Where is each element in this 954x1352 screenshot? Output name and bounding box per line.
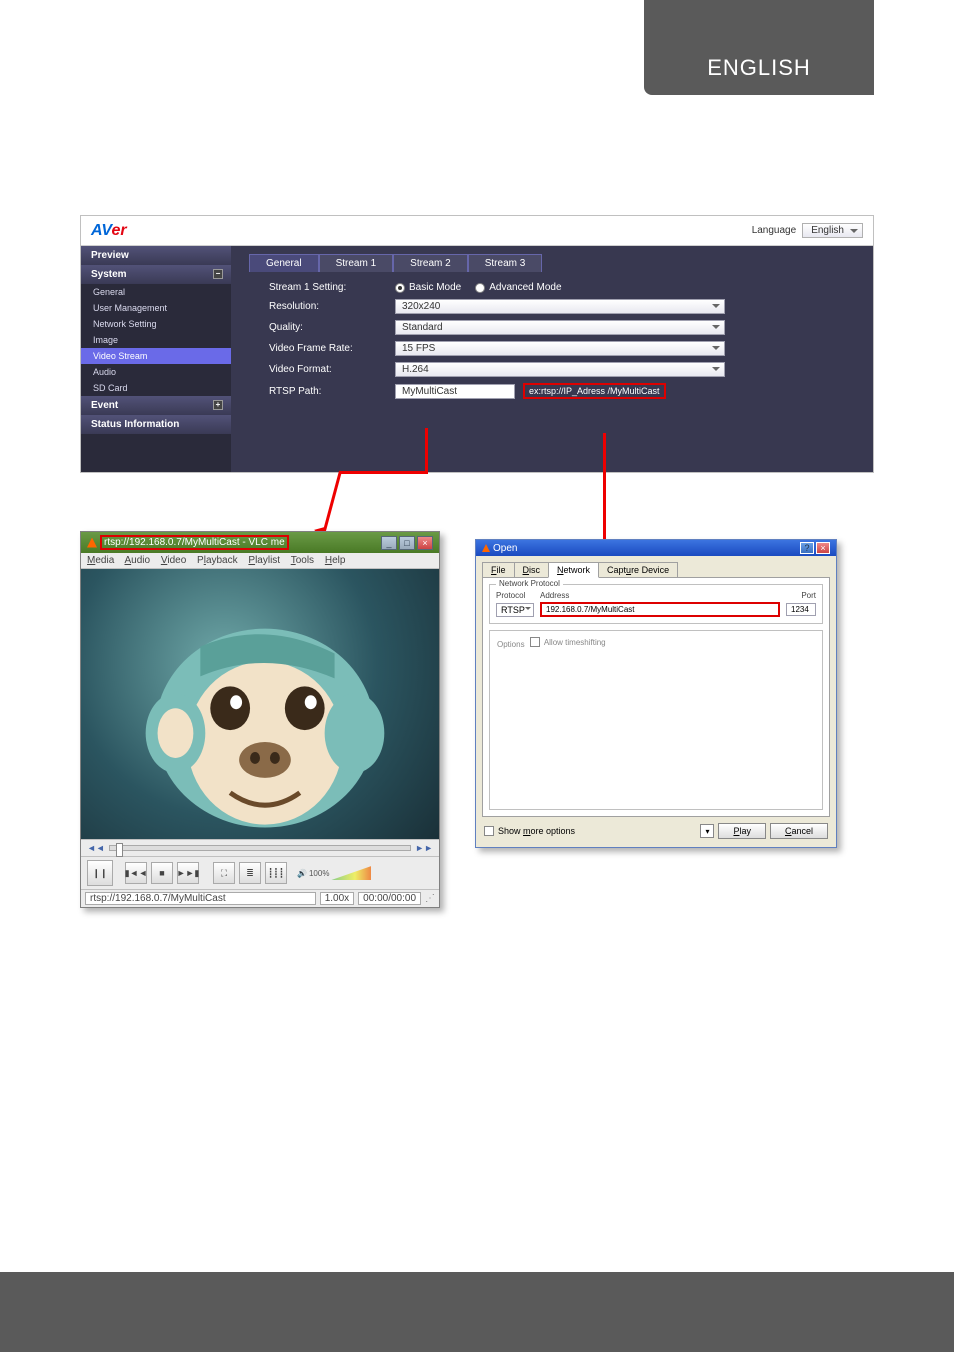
help-icon[interactable]: ?	[800, 542, 814, 554]
label-stream-setting: Stream 1 Setting:	[269, 282, 387, 293]
pause-button[interactable]: ❙❙	[87, 860, 113, 886]
manual-figure: AVer Language English Preview System− Ge…	[80, 215, 874, 473]
maximize-icon[interactable]: □	[399, 536, 415, 550]
speaker-icon[interactable]: 🔊	[297, 869, 307, 878]
address-input[interactable]: 192.168.0.7/MyMultiCast	[540, 602, 780, 617]
label-address: Address	[540, 591, 776, 600]
port-input[interactable]: 1234	[786, 603, 816, 616]
status-time: 00:00/00:00	[358, 892, 421, 905]
dlg-tab-capture[interactable]: Capture Device	[598, 562, 678, 578]
stop-button[interactable]: ■	[151, 862, 173, 884]
plus-icon[interactable]: +	[213, 400, 223, 410]
sidebar-status[interactable]: Status Information	[81, 415, 231, 434]
vlc-menu-help[interactable]: Help	[325, 555, 346, 566]
sidebar-item-audio[interactable]: Audio	[81, 364, 231, 380]
open-dialog: Open ? × File Disc Network Capture Devic…	[475, 539, 837, 848]
label-protocol: Protocol	[496, 591, 534, 600]
close-icon[interactable]: ×	[417, 536, 433, 550]
sidebar-item-video-stream[interactable]: Video Stream	[81, 348, 231, 364]
tab-general[interactable]: General	[249, 254, 319, 272]
sidebar-item-network-setting[interactable]: Network Setting	[81, 316, 231, 332]
minus-icon[interactable]: −	[213, 269, 223, 279]
status-url: rtsp://192.168.0.7/MyMultiCast	[85, 892, 316, 905]
cancel-button[interactable]: Cancel	[770, 823, 828, 839]
quality-select[interactable]: Standard	[395, 320, 725, 335]
vlc-cone-icon	[87, 538, 97, 548]
minimize-icon[interactable]: _	[381, 536, 397, 550]
resize-grip-icon[interactable]: ⋰	[425, 893, 435, 904]
dlg-tab-network[interactable]: Network	[548, 562, 599, 578]
page-footer	[0, 1272, 954, 1352]
volume-slider[interactable]	[331, 866, 371, 880]
vlc-cone-icon	[482, 544, 490, 552]
format-select[interactable]: H.264	[395, 362, 725, 377]
vlc-window: rtsp://192.168.0.7/MyMultiCast - VLC me …	[80, 531, 440, 908]
label-fps: Video Frame Rate:	[269, 343, 387, 354]
seek-forward-icon[interactable]: ►►	[415, 843, 433, 853]
sidebar-preview[interactable]: Preview	[81, 246, 231, 265]
open-dialog-title: Open	[493, 543, 517, 554]
equalizer-button[interactable]: ┋┋┋	[265, 862, 287, 884]
tab-stream2[interactable]: Stream 2	[393, 254, 468, 272]
vlc-menubar: Media Audio Video Playback Playlist Tool…	[81, 553, 439, 569]
show-more-options-checkbox[interactable]: Show more options	[484, 826, 575, 836]
sidebar: Preview System− General User Management …	[81, 246, 231, 472]
fullscreen-button[interactable]: ⛶	[213, 862, 235, 884]
language-label: Language	[752, 225, 797, 236]
prev-button[interactable]: ▮◄◄	[125, 862, 147, 884]
sidebar-item-image[interactable]: Image	[81, 332, 231, 348]
close-icon[interactable]: ×	[816, 542, 830, 554]
sidebar-item-sd-card[interactable]: SD Card	[81, 380, 231, 396]
label-format: Video Format:	[269, 364, 387, 375]
language-select[interactable]: English	[802, 223, 863, 238]
label-resolution: Resolution:	[269, 301, 387, 312]
dlg-tab-disc[interactable]: Disc	[514, 562, 550, 578]
volume-percent: 100%	[309, 869, 329, 878]
label-quality: Quality:	[269, 322, 387, 333]
allow-timeshifting-checkbox[interactable]: Allow timeshifting	[530, 637, 606, 647]
label-port: Port	[782, 591, 816, 600]
rtsp-path-input[interactable]: MyMultiCast	[395, 384, 515, 399]
fieldset-network-protocol: Network Protocol	[496, 579, 563, 588]
radio-basic-mode[interactable]: Basic Mode	[395, 282, 461, 293]
vlc-menu-playlist[interactable]: Playlist	[248, 555, 280, 566]
status-speed: 1.00x	[320, 892, 354, 905]
dlg-tab-file[interactable]: File	[482, 562, 515, 578]
vlc-menu-playback[interactable]: Playback	[197, 555, 238, 566]
rtsp-example: ex:rtsp://IP_Adress /MyMultiCast	[523, 383, 666, 399]
sidebar-event[interactable]: Event+	[81, 396, 231, 415]
admin-panel: AVer Language English Preview System− Ge…	[80, 215, 874, 473]
vlc-window-title: rtsp://192.168.0.7/MyMultiCast - VLC me	[100, 535, 289, 550]
seek-slider[interactable]	[109, 845, 411, 851]
play-button[interactable]: Play	[718, 823, 766, 839]
vlc-menu-audio[interactable]: Audio	[124, 555, 150, 566]
label-rtsp: RTSP Path:	[269, 386, 387, 397]
next-button[interactable]: ►►▮	[177, 862, 199, 884]
seek-back-icon[interactable]: ◄◄	[87, 843, 105, 853]
vlc-menu-tools[interactable]: Tools	[291, 555, 314, 566]
protocol-select[interactable]: RTSP	[496, 603, 534, 617]
vlc-menu-video[interactable]: Video	[161, 555, 186, 566]
radio-advanced-mode[interactable]: Advanced Mode	[475, 282, 561, 293]
sidebar-item-user-management[interactable]: User Management	[81, 300, 231, 316]
sidebar-system[interactable]: System−	[81, 265, 231, 284]
aver-logo: AVer	[91, 222, 127, 240]
tab-stream3[interactable]: Stream 3	[468, 254, 543, 272]
resolution-select[interactable]: 320x240	[395, 299, 725, 314]
playlist-button[interactable]: ≣	[239, 862, 261, 884]
language-tab: ENGLISH	[644, 40, 874, 95]
vlc-video-canvas	[81, 569, 439, 839]
fps-select[interactable]: 15 FPS	[395, 341, 725, 356]
vlc-menu-media[interactable]: Media	[87, 555, 114, 566]
tab-stream1[interactable]: Stream 1	[319, 254, 394, 272]
monkey-video-frame	[81, 569, 439, 838]
dropdown-toggle[interactable]: ▾	[700, 824, 714, 838]
fieldset-options: Options	[494, 640, 528, 649]
sidebar-item-general[interactable]: General	[81, 284, 231, 300]
